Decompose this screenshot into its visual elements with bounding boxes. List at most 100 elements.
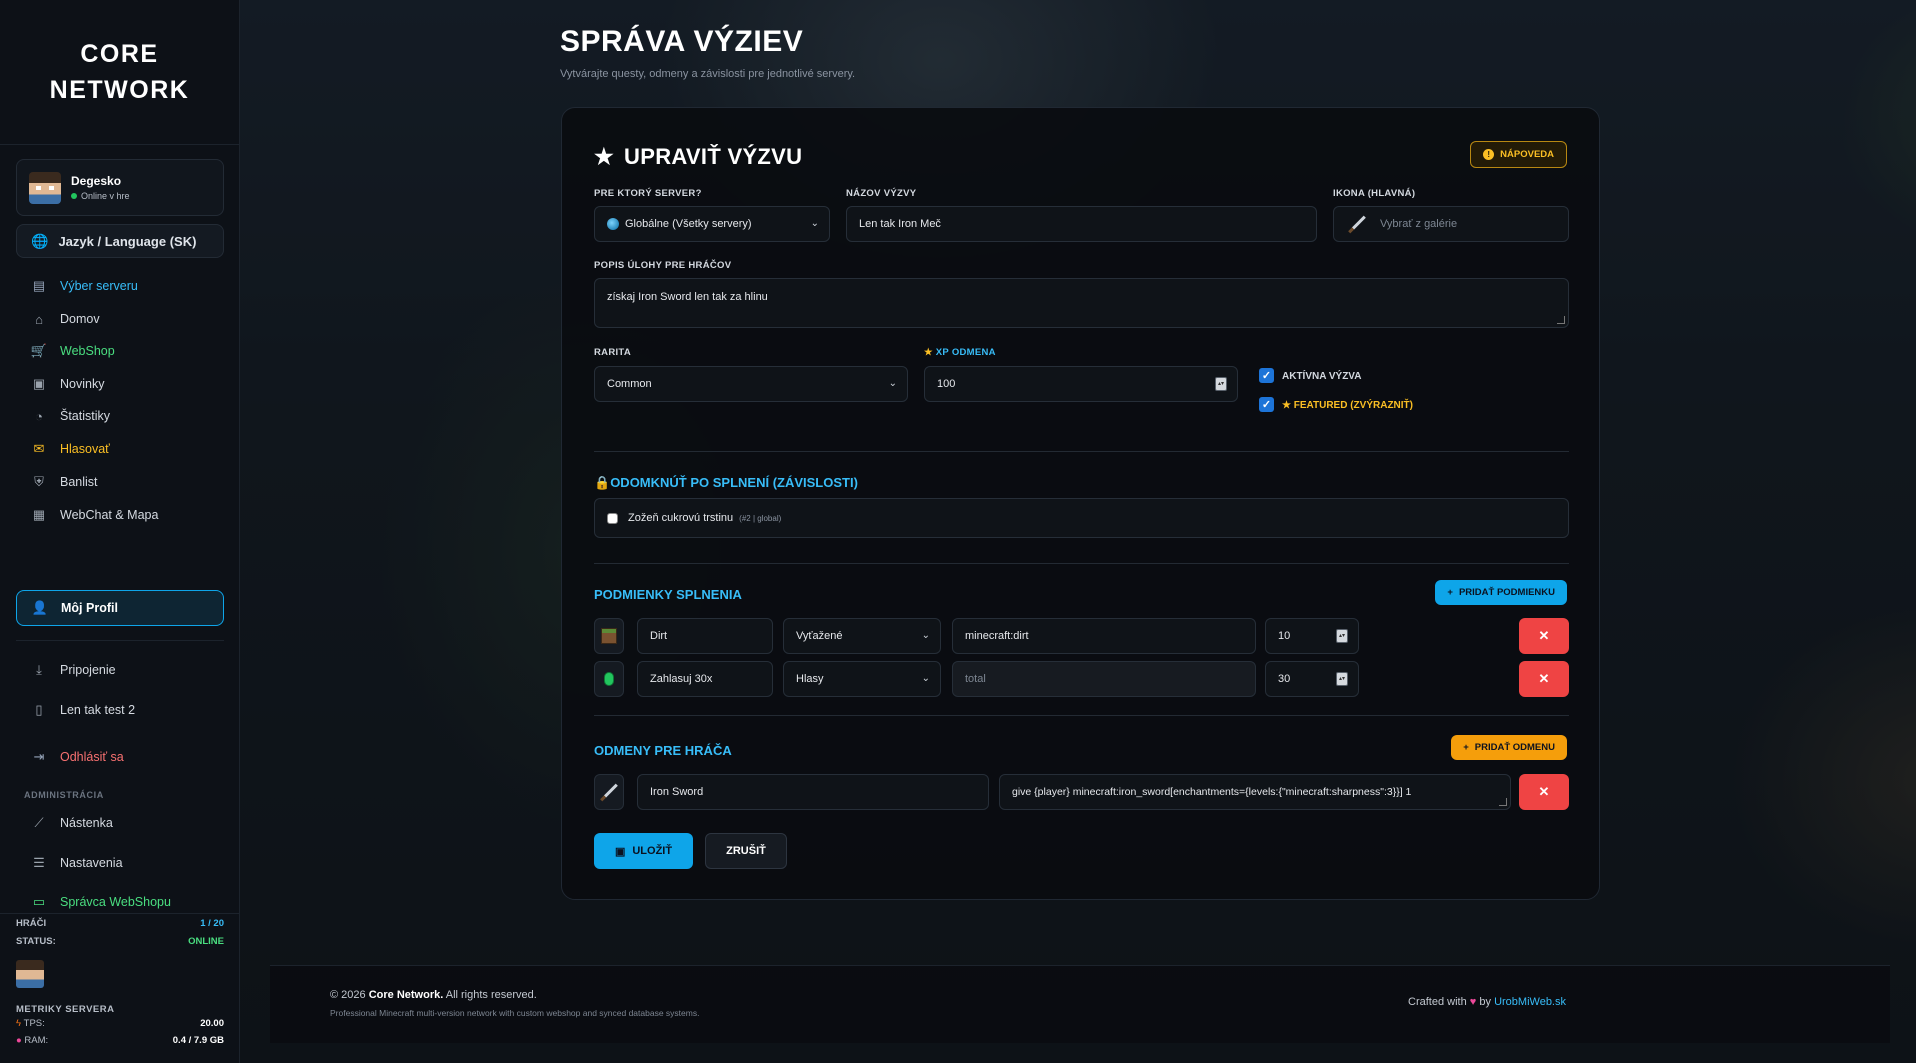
sidebar-item-stats[interactable]: ◔ Štatistiky (16, 398, 224, 434)
globe-icon (607, 218, 619, 230)
dependency-checkbox[interactable] (607, 512, 618, 524)
sidebar-item-settings[interactable]: ☰ Nastavenia (16, 845, 224, 881)
plus-icon: + (1447, 587, 1453, 598)
sidebar-item-webshop[interactable]: 🛒 WebShop (16, 333, 224, 369)
card-title: ★ UPRAVIŤ VÝZVU (594, 144, 803, 169)
logout-icon: ⇥ (33, 749, 45, 764)
conditions-section-title: PODMIENKY SPLNENIA (594, 587, 742, 602)
server-status-panel: HRÁČI 1 / 20 STATUS: ONLINE METRIKY SERVER… (0, 913, 240, 1063)
info-icon: ! (1483, 149, 1495, 160)
condition-target-input[interactable]: minecraft:dirt (952, 618, 1256, 654)
page-subtitle: Vytvárajte questy, odmeny a závislosti p… (560, 68, 856, 80)
active-checkbox[interactable]: ✓ (1259, 368, 1274, 383)
language-selector[interactable]: 🌐 Jazyk / Language (SK) (16, 224, 224, 258)
sword-icon (1348, 215, 1366, 233)
save-button[interactable]: ▣ ULOŽIŤ (594, 833, 693, 869)
condition-amount-input[interactable]: 30 ▴▾ (1265, 661, 1359, 697)
close-icon: ✕ (1538, 784, 1550, 799)
online-dot-icon (71, 193, 77, 199)
reward-name-input[interactable]: Iron Sword (637, 774, 989, 810)
condition-name-input[interactable]: Dirt (637, 618, 773, 654)
edit-challenge-card: ★ UPRAVIŤ VÝZVU ! NÁPOVEDA PRE KTORÝ SERVE… (561, 107, 1600, 900)
bolt-icon: ϟ (16, 1018, 22, 1029)
player-count: 1 / 20 (200, 917, 224, 929)
sidebar-item-profile[interactable]: 👤 Môj Profil (16, 590, 224, 626)
divider (594, 563, 1569, 564)
download-icon: ⤓ (36, 662, 42, 677)
sidebar-item-logout[interactable]: ⇥ Odhlásiť sa (16, 739, 224, 775)
sidebar-item-news[interactable]: ▣ Novinky (16, 366, 224, 402)
description-textarea[interactable]: získaj Iron Sword len tak za hlinu (594, 278, 1569, 328)
challenge-name-input[interactable]: Len tak Iron Meč (846, 206, 1317, 242)
chevron-down-icon: ⌄ (921, 630, 930, 641)
sidebar: CORE NETWORK Degesko Online v hre 🌐 Jazyk … (0, 0, 240, 1063)
resize-handle-icon (1557, 316, 1565, 324)
close-icon: ✕ (1538, 628, 1550, 643)
star-icon: ★ (594, 144, 615, 169)
lock-icon: 🔒 (594, 475, 611, 490)
server-icon: ▤ (32, 278, 46, 293)
add-condition-button[interactable]: + PRIDAŤ PODMIENKU (1435, 580, 1567, 605)
sidebar-item-banlist[interactable]: ⛨ Banlist (16, 464, 224, 500)
brand-logo[interactable]: CORE NETWORK (0, 0, 239, 145)
condition-type-select[interactable]: Hlasy ⌄ (783, 661, 941, 697)
pie-chart-icon: ◔ (35, 408, 43, 424)
sidebar-item-webchat[interactable]: ▦ WebChat & Mapa (16, 497, 224, 533)
condition-icon-picker[interactable] (594, 618, 624, 654)
page-title: SPRÁVA VÝZIEV (560, 25, 804, 58)
active-label: AKTÍVNA VÝZVA (1282, 371, 1362, 382)
dirt-block-icon (601, 628, 617, 644)
sliders-icon: ☰ (33, 855, 45, 870)
add-reward-button[interactable]: + PRIDAŤ ODMENU (1451, 735, 1567, 760)
sidebar-item-test[interactable]: ▯ Len tak test 2 (16, 692, 224, 728)
user-name: Degesko (71, 174, 122, 188)
plus-icon: + (1463, 742, 1469, 753)
number-spinner-icon: ▴▾ (1336, 629, 1348, 643)
condition-type-select[interactable]: Vyťažené ⌄ (783, 618, 941, 654)
condition-amount-input[interactable]: 10 ▴▾ (1265, 618, 1359, 654)
admin-section-label: ADMINISTRÁCIA (24, 790, 104, 800)
chart-line-icon: ⟋ (34, 815, 44, 830)
condition-target-input[interactable]: total (952, 661, 1256, 697)
rarity-select[interactable]: Common ⌄ (594, 366, 908, 402)
delete-condition-button[interactable]: ✕ (1519, 618, 1569, 654)
sidebar-item-vote[interactable]: ✉ Hlasovať (16, 431, 224, 467)
shield-icon: ⛨ (34, 474, 44, 489)
vote-icon: ✉ (33, 441, 45, 456)
store-icon: ▭ (32, 894, 46, 909)
brain-icon: ● (16, 1035, 22, 1046)
newspaper-icon: ▣ (32, 376, 46, 391)
cancel-button[interactable]: ZRUŠIŤ (705, 833, 787, 869)
dependency-meta: (#2 | global) (739, 513, 782, 523)
player-avatar[interactable] (16, 960, 44, 988)
avatar (29, 171, 61, 204)
sidebar-item-server-select[interactable]: ▤ Výber serveru (16, 268, 224, 304)
user-icon: 👤 (31, 600, 49, 615)
dependency-name: Zožeň cukrovú trstinu (628, 512, 734, 524)
globe-icon: 🌐 (31, 232, 49, 249)
unlock-section-title: 🔒ODOMKNÚŤ PO SPLNENÍ (ZÁVISLOSTI) (594, 475, 858, 490)
featured-checkbox[interactable]: ✓ (1259, 397, 1274, 412)
reward-command-textarea[interactable]: give {player} minecraft:iron_sword[encha… (999, 774, 1511, 810)
floppy-disk-icon: ▣ (614, 845, 626, 858)
star-icon: ★ (924, 347, 933, 358)
divider (594, 715, 1569, 716)
sidebar-item-dashboard[interactable]: ⟋ Nástenka (16, 805, 224, 841)
help-button[interactable]: ! NÁPOVEDA (1470, 141, 1567, 168)
server-status: ONLINE (188, 935, 224, 947)
reward-icon-picker[interactable] (594, 774, 624, 810)
delete-reward-button[interactable]: ✕ (1519, 774, 1569, 810)
featured-label: ★ FEATURED (ZVÝRAZNIŤ) (1282, 400, 1413, 411)
icon-gallery-picker[interactable]: Vybrať z galérie (1333, 206, 1569, 242)
server-select[interactable]: Globálne (Všetky servery) ⌄ (594, 206, 830, 242)
sidebar-item-connect[interactable]: ⤓ Pripojenie (16, 652, 224, 688)
user-card[interactable]: Degesko Online v hre (16, 159, 224, 216)
number-spinner-icon: ▴▾ (1336, 672, 1348, 686)
sidebar-item-home[interactable]: ⌂ Domov (16, 301, 224, 337)
condition-icon-picker[interactable] (594, 661, 624, 697)
main-content: SPRÁVA VÝZIEV Vytvárajte questy, odmeny … (240, 0, 1916, 1063)
condition-name-input[interactable]: Zahlasuj 30x (637, 661, 773, 697)
star-icon: ★ (1282, 400, 1291, 411)
xp-reward-input[interactable]: 100 ▴▾ (924, 366, 1238, 402)
delete-condition-button[interactable]: ✕ (1519, 661, 1569, 697)
